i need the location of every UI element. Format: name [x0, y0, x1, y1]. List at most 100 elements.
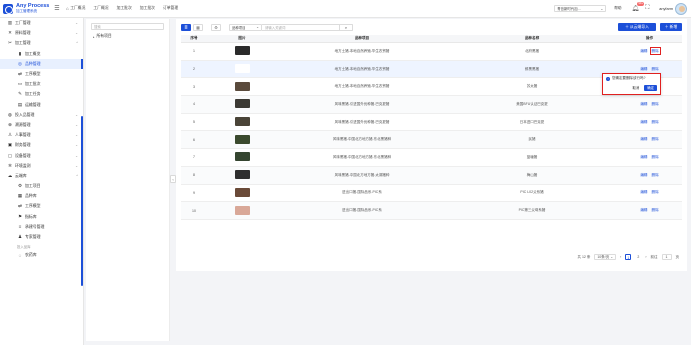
fullscreen-icon[interactable]: ⛶	[645, 5, 649, 12]
tree-node-all-projects[interactable]: ▸ 所有项目	[86, 34, 169, 39]
pagination-total: 共 12 条	[577, 254, 591, 259]
next-page-button[interactable]: ›	[645, 255, 646, 259]
delete-link[interactable]: 删除	[652, 120, 659, 124]
sidebar-item-18[interactable]: ⇄ 工序模型	[0, 201, 83, 211]
cell-image	[207, 113, 277, 132]
sidebar-item-14[interactable]: ✲ 环境监测 ⌄	[0, 161, 83, 171]
variety-thumbnail[interactable]	[234, 170, 250, 180]
sidebar-item-19[interactable]: ⚑ 指标库	[0, 212, 83, 222]
chevron-down-icon: ⌄	[75, 21, 78, 26]
chart-icon: ▮	[18, 50, 22, 56]
top-nav-item-batch-2[interactable]: 加工批次	[140, 6, 155, 11]
sidebar-item-2[interactable]: ✂ 加工管理 ^	[0, 38, 83, 48]
search-field-select[interactable]: 品种项目 ⌄	[229, 23, 262, 31]
sidebar-item-15[interactable]: ☁ 云端库 ^	[0, 171, 83, 181]
chevron-down-icon: ⌄	[256, 25, 259, 29]
popconfirm-cancel-button[interactable]: 取消	[629, 85, 642, 91]
delete-link[interactable]: 删除	[652, 155, 659, 159]
top-nav-item-batch[interactable]: 加工批次	[117, 6, 132, 11]
username[interactable]: anyfarm	[659, 7, 673, 11]
sidebar-item-label: 品种管理	[25, 60, 41, 66]
delete-link[interactable]: 删除	[649, 46, 661, 55]
sidebar-item-13[interactable]: ▢ 设备管理 ⌄	[0, 150, 83, 160]
variety-thumbnail[interactable]	[234, 117, 250, 127]
import-from-cloud-button[interactable]: ＋ 从云端导入	[618, 23, 656, 31]
menu-toggle-icon[interactable]: ☰	[52, 5, 62, 12]
sidebar-item-7[interactable]: ✎ 加工任务	[0, 89, 83, 99]
variety-thumbnail[interactable]	[234, 152, 250, 162]
page-2[interactable]: 2	[635, 254, 641, 260]
settings-button[interactable]: ⚙	[211, 23, 221, 31]
sidebar-item-17[interactable]: ▦ 品种库	[0, 191, 83, 201]
sidebar-item-8[interactable]: ▤ 运输管理	[0, 100, 83, 110]
add-button[interactable]: ＋ 新增	[660, 23, 682, 31]
cell-image	[207, 166, 277, 185]
sidebar-item-11[interactable]: ♙ 人事管理 ⌄	[0, 130, 83, 140]
sidebar-item-3[interactable]: ▮ 加工概览	[0, 49, 83, 59]
sidebar-item-16[interactable]: ⚙ 加工项目	[0, 181, 83, 191]
top-nav-item-factory[interactable]: 工厂概况	[93, 6, 108, 11]
delete-link[interactable]: 删除	[652, 102, 659, 106]
variety-thumbnail[interactable]	[234, 81, 250, 91]
search-input[interactable]: 请输入关键词	[262, 23, 340, 31]
goto-page-input[interactable]: 1	[661, 254, 672, 260]
grid-view-button[interactable]: ▦	[193, 23, 203, 31]
goto-label: 前往	[650, 254, 658, 259]
delete-link[interactable]: 删除	[652, 137, 659, 141]
variety-thumbnail[interactable]	[234, 46, 250, 56]
sidebar-item-21[interactable]: ♟ 专家管理	[0, 232, 83, 242]
cell-no: 1	[181, 42, 207, 61]
sidebar-item-pesticide-library[interactable]: ◌ 农药库	[0, 250, 83, 260]
sidebar-item-5[interactable]: ⇄ 工序模型	[0, 69, 83, 79]
cell-image	[207, 42, 277, 61]
sidebar-item-1[interactable]: ✕ 原料管理 ⌄	[0, 28, 83, 38]
table-row: 6 风味黑猪-中国北方地方猪-东北黑猪种 民猪 编辑 删除	[181, 130, 682, 150]
sidebar-scrollbar[interactable]	[81, 116, 83, 286]
bell-icon[interactable]: 🔔︎ 99+	[631, 1, 645, 12]
sidebar: ▥ 工厂管理 ⌄ ✕ 原料管理 ⌄ ✂ 加工管理 ^ ▮ 加工概览 ◎ 品种管理 ⇄ 工序模型 ▭ 加工批次 ✎ 加…	[0, 18, 84, 345]
search-button[interactable]: ⌕	[340, 23, 353, 31]
delete-link[interactable]: 删除	[652, 208, 659, 212]
tree-search-input[interactable]: 搜索	[91, 23, 164, 30]
variety-thumbnail[interactable]	[234, 99, 250, 109]
edit-link[interactable]: 编辑	[640, 102, 647, 106]
edit-link[interactable]: 编辑	[640, 137, 647, 141]
sidebar-item-6[interactable]: ▭ 加工批次	[0, 79, 83, 89]
pagination: 共 12 条 10条/页 ⌄ ‹ 1 2 › 前往 1 页	[176, 250, 687, 264]
sidebar-item-10[interactable]: ⊕ 溯源管理 ⌄	[0, 120, 83, 130]
edit-link[interactable]: 编辑	[640, 208, 647, 212]
sidebar-item-4[interactable]: ◎ 品种管理	[0, 58, 83, 69]
sidebar-item-9[interactable]: ◍ 投入品管理 ⌄	[0, 110, 83, 120]
top-nav-item-orders[interactable]: 订单管理	[163, 6, 178, 11]
edit-link[interactable]: 编辑	[640, 120, 647, 124]
variety-thumbnail[interactable]	[234, 134, 250, 144]
avatar[interactable]	[675, 2, 687, 15]
list-view-button[interactable]: ≣	[181, 23, 191, 31]
delete-link[interactable]: 删除	[652, 173, 659, 177]
model-icon: ⇄	[18, 71, 22, 77]
page-1[interactable]: 1	[625, 254, 632, 260]
sidebar-item-0[interactable]: ▥ 工厂管理 ⌄	[0, 18, 83, 28]
cell-name: PIC L02父系猪	[447, 184, 617, 203]
popconfirm-confirm-button[interactable]: 确定	[644, 85, 657, 91]
batch-icon: ▭	[17, 81, 23, 87]
table-row: 8 风味黑猪-中国北方地方猪-太湖猪种 梅山猪 编辑 删除	[181, 166, 682, 185]
variety-thumbnail[interactable]	[234, 205, 250, 215]
sidebar-item-20[interactable]: ≡ 承建号管理	[0, 222, 83, 232]
delete-link[interactable]: 删除	[652, 190, 659, 194]
edit-link[interactable]: 编辑	[640, 155, 647, 159]
prev-page-button[interactable]: ‹	[620, 255, 621, 259]
app-logo[interactable]: Any Process 加工管理系统	[0, 3, 52, 14]
edit-link[interactable]: 编辑	[640, 67, 647, 71]
sidebar-item-12[interactable]: ▣ 财务管理 ⌄	[0, 140, 83, 150]
variety-thumbnail[interactable]	[234, 64, 250, 74]
variety-thumbnail[interactable]	[234, 187, 250, 197]
help-link[interactable]: 帮助	[614, 6, 621, 11]
page-size-select[interactable]: 10条/页 ⌄	[594, 254, 617, 260]
delete-link[interactable]: 删除	[652, 67, 659, 71]
company-select[interactable]: 青岛新时代加… ⌄	[554, 5, 607, 12]
edit-link[interactable]: 编辑	[640, 190, 647, 194]
edit-link[interactable]: 编辑	[640, 49, 647, 53]
top-nav-item-home[interactable]: ⌂ 工厂概况	[66, 6, 85, 11]
edit-link[interactable]: 编辑	[640, 173, 647, 177]
